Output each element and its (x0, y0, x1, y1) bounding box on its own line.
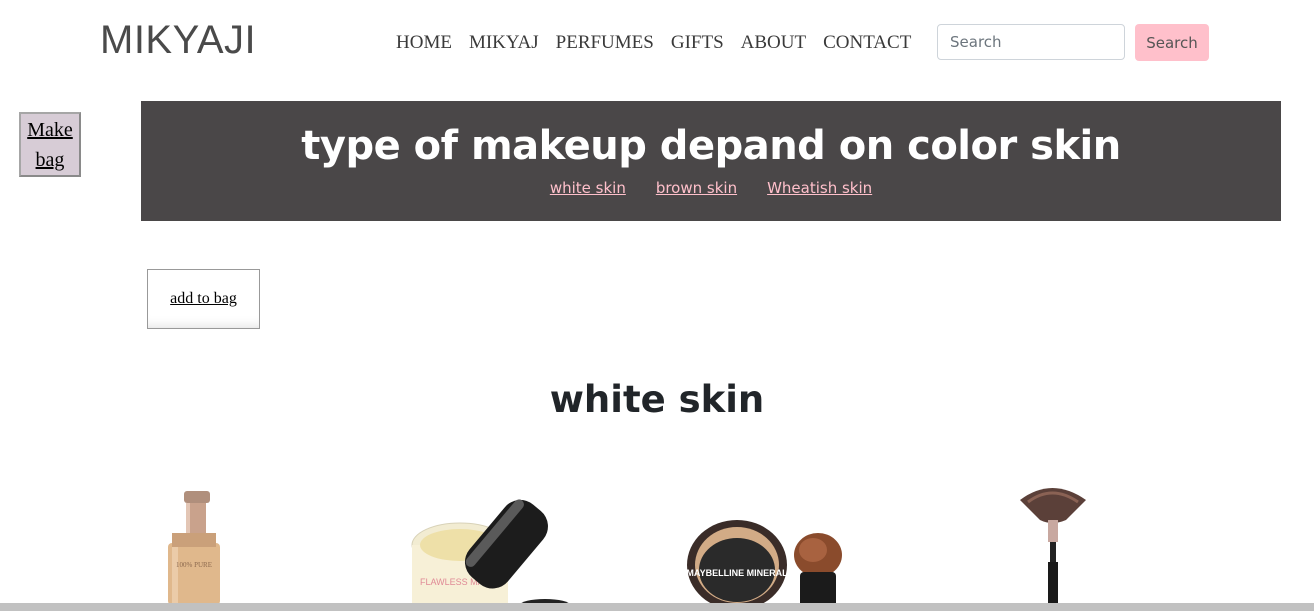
search-button[interactable]: Search (1135, 24, 1209, 61)
make-bag-label: Make bag (27, 118, 73, 171)
hero-banner: type of makeup depand on color skin whit… (141, 101, 1281, 221)
nav-perfumes[interactable]: PERFUMES (556, 30, 654, 56)
skin-type-links: white skin brown skin Wheatish skin (141, 179, 1281, 197)
nav-gifts[interactable]: GIFTS (671, 30, 724, 56)
mineral-label: MAYBELLINE MINERAL (686, 568, 788, 578)
link-wheatish-skin[interactable]: Wheatish skin (767, 179, 872, 197)
link-white-skin[interactable]: white skin (550, 179, 626, 197)
nav-mikyaj[interactable]: MIKYAJ (469, 30, 539, 56)
search-input[interactable] (937, 24, 1125, 60)
product-foundation-image[interactable]: 100% PURE (150, 485, 250, 605)
foundation-label: 100% PURE (176, 561, 212, 569)
product-brush-image[interactable] (1010, 482, 1100, 607)
nav-home[interactable]: HOME (396, 30, 452, 56)
link-brown-skin[interactable]: brown skin (656, 179, 737, 197)
banner-title: type of makeup depand on color skin (301, 123, 1121, 169)
section-title: white skin (549, 378, 765, 421)
product-powder-image[interactable]: FLAWLESS MATTE (405, 490, 575, 610)
nav-contact[interactable]: CONTACT (823, 30, 911, 56)
nav-about[interactable]: ABOUT (741, 30, 806, 56)
add-to-bag-button[interactable]: add to bag (147, 269, 260, 329)
main-nav: HOME MIKYAJ PERFUMES GIFTS ABOUT CONTACT (396, 30, 911, 56)
brand-logo[interactable]: MIKYAJI (100, 18, 256, 63)
product-mineral-image[interactable]: MAYBELLINE MINERAL (685, 510, 855, 610)
make-bag-button[interactable]: Make bag (19, 112, 81, 177)
horizontal-scrollbar[interactable] (0, 603, 1314, 611)
